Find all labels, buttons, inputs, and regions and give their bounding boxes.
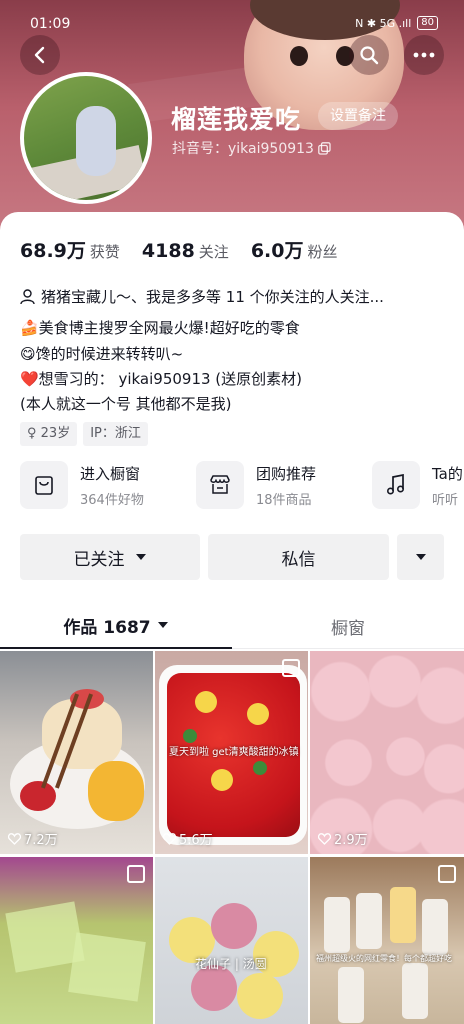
bio-line-2: 😋馋的时候进来转转叭~: [20, 345, 184, 363]
chevron-left-icon: [34, 46, 45, 64]
tab-showcase-label: 橱窗: [331, 618, 365, 639]
entry-group-buy[interactable]: 团购推荐 18件商品: [196, 457, 316, 513]
search-button[interactable]: [349, 35, 389, 75]
shopping-bag-icon: [35, 476, 53, 495]
message-label: 私信: [281, 549, 316, 570]
set-remark-button[interactable]: 设置备注: [318, 102, 398, 130]
more-button[interactable]: [404, 35, 444, 75]
more-actions-button[interactable]: [397, 534, 444, 580]
entry-music-subtitle: 听听: [432, 492, 459, 508]
video-likes: 2.9万: [318, 829, 368, 848]
tab-works[interactable]: 作品 1687: [0, 603, 232, 649]
mutual-follow-text: 猪猪宝藏儿～、我是多多等 11 个你关注的人关注...: [41, 288, 384, 306]
video-caption: 花仙子 | 汤圆: [195, 957, 267, 971]
video-likes-count: 2.9万: [334, 833, 368, 848]
heart-icon: [8, 832, 21, 845]
ip-tag: IP：浙江: [83, 422, 148, 446]
video-likes-count: 5.6万: [179, 833, 213, 848]
likes-label: 获赞: [89, 243, 120, 261]
nickname: 榴莲我爱吃: [171, 105, 302, 134]
battery-icon: 80: [417, 16, 438, 30]
content-tabs: 作品 1687 橱窗: [0, 603, 464, 649]
followed-button[interactable]: 已关注: [20, 534, 200, 580]
heart-icon: [318, 832, 331, 845]
followed-label: 已关注: [73, 549, 125, 570]
douyin-id[interactable]: 抖音号：yikai950913: [172, 138, 331, 158]
entry-showcase-subtitle: 364件好物: [80, 492, 144, 508]
video-card[interactable]: 夏天到啦 get清爽酸甜的冰镇 5.6万: [155, 651, 308, 854]
douyin-id-text: 抖音号：yikai950913: [172, 141, 314, 157]
more-icon: [413, 52, 435, 58]
video-card[interactable]: 花仙子 | 汤圆: [155, 857, 308, 1024]
entry-group-buy-title: 团购推荐: [256, 464, 317, 483]
pin-icon: [282, 659, 300, 677]
likes-count: 68.9万: [20, 240, 86, 262]
bio-line-1: 🍰美食博主搜罗全网最火爆!超好吃的零食: [20, 319, 300, 337]
tags-row: ♀ 23岁 IP：浙江: [20, 422, 148, 446]
caret-down-icon: [157, 622, 168, 628]
tab-works-label: 作品 1687: [63, 617, 151, 638]
pin-icon: [438, 865, 456, 883]
entry-showcase-title: 进入橱窗: [80, 464, 141, 483]
user-icon: [20, 288, 35, 304]
caret-down-icon: [415, 554, 426, 560]
heart-icon: [163, 832, 176, 845]
caret-down-icon: [135, 554, 146, 560]
status-bar: 01:09 N ✱ 5G .ıll 80: [0, 0, 464, 40]
entry-row: 进入橱窗 364件好物 团购推荐 18件商品 Ta的 听听: [20, 457, 464, 513]
video-card[interactable]: 7.2万: [0, 651, 153, 854]
bio-line-4: (本人就这一个号 其他都不是我): [20, 395, 232, 413]
entry-music-title: Ta的: [432, 464, 463, 483]
signal-icons: N ✱ 5G .ıll: [355, 16, 412, 30]
video-card[interactable]: 2.9万: [310, 651, 464, 854]
stats-row: 68.9万 获赞 4188 关注 6.0万 粉丝: [20, 236, 360, 263]
entry-music[interactable]: Ta的 听听: [372, 457, 463, 513]
copy-icon[interactable]: [318, 141, 331, 155]
entry-group-buy-subtitle: 18件商品: [256, 492, 312, 508]
followers-count[interactable]: 6.0万: [251, 236, 304, 263]
bio-line-3: ❤️想雪习的： yikai950913 (送原创素材): [20, 370, 303, 388]
video-card[interactable]: [0, 857, 153, 1024]
video-likes: 5.6万: [163, 829, 213, 848]
search-icon: [360, 46, 379, 65]
pin-icon: [127, 865, 145, 883]
profile-page: 01:09 N ✱ 5G .ıll 80 榴莲我爱吃 设置备注 抖音号：yika…: [0, 0, 464, 1024]
store-icon: [210, 475, 230, 494]
video-caption: 夏天到啦 get清爽酸甜的冰镇: [169, 747, 299, 758]
status-time: 01:09: [30, 16, 71, 32]
age-tag: ♀ 23岁: [20, 422, 78, 446]
music-note-icon: [386, 474, 405, 495]
video-card[interactable]: 福州超级火的网红零食！每个都超好吃: [310, 857, 464, 1024]
following-count[interactable]: 4188: [142, 240, 195, 262]
video-caption: 福州超级火的网红零食！每个都超好吃: [316, 954, 452, 963]
entry-showcase[interactable]: 进入橱窗 364件好物: [20, 457, 144, 513]
avatar[interactable]: [20, 72, 152, 204]
video-likes: 7.2万: [8, 829, 58, 848]
following-label[interactable]: 关注: [199, 241, 229, 262]
tab-showcase[interactable]: 橱窗: [232, 603, 464, 649]
message-button[interactable]: 私信: [208, 534, 389, 580]
back-button[interactable]: [20, 35, 60, 75]
video-likes-count: 7.2万: [24, 833, 58, 848]
mutual-follow-row[interactable]: 猪猪宝藏儿～、我是多多等 11 个你关注的人关注...: [20, 286, 384, 307]
followers-label[interactable]: 粉丝: [307, 241, 337, 262]
